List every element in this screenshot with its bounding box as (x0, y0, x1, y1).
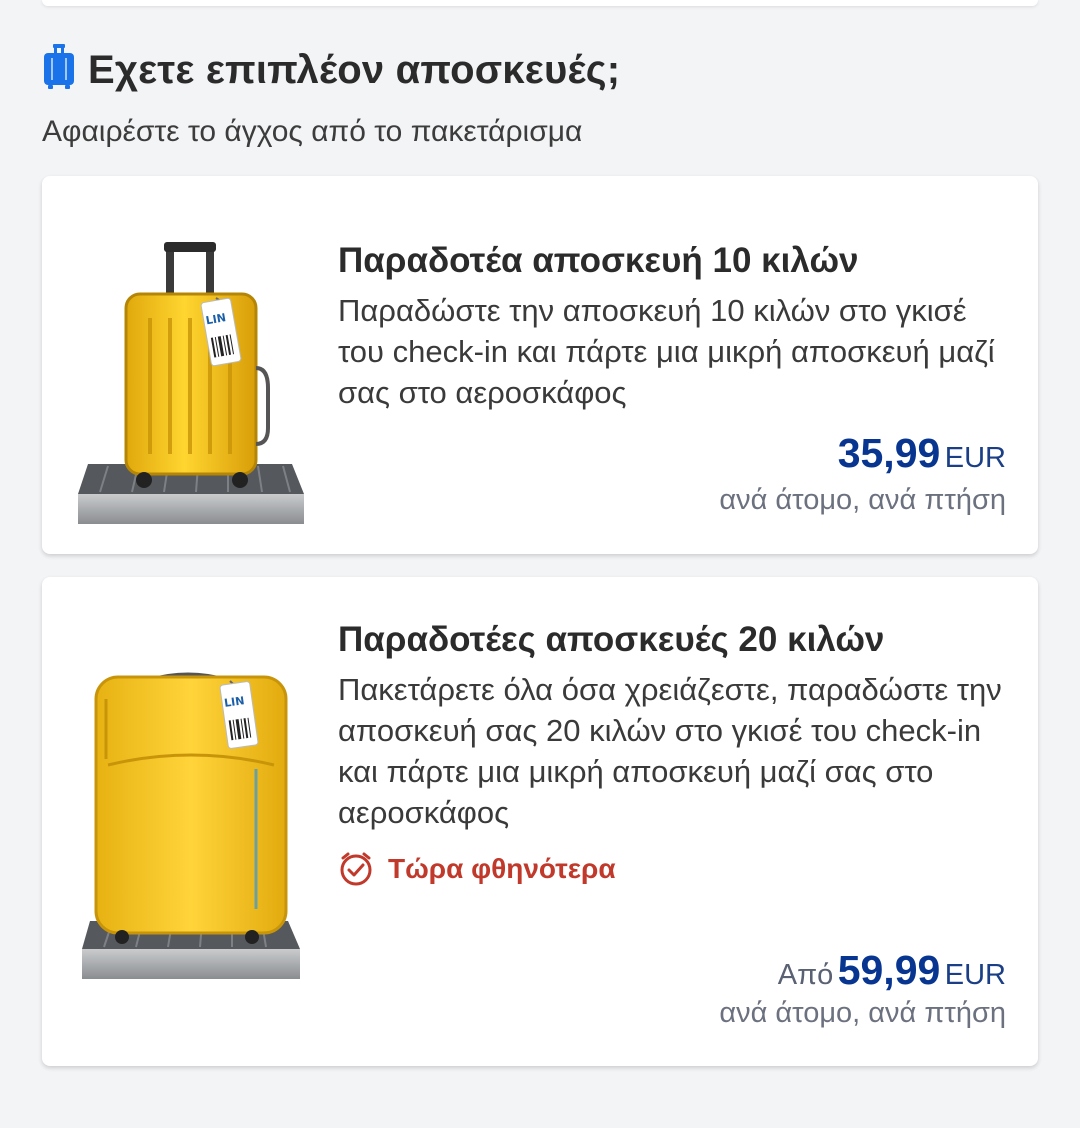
offer-description: Παραδώστε την αποσκευή 10 κιλών στο γκισ… (338, 293, 995, 410)
offer-price: Από 59,99 EUR (778, 947, 1006, 994)
promo-label: Τώρα φθηνότερα (388, 853, 616, 884)
section-subtitle: Αφαιρέστε το άγχος από το πακετάρισμα (42, 115, 583, 148)
offer-card-20kg[interactable]: LIN Παραδοτέες αποσκευές 20 κιλών Πακετά… (42, 577, 1038, 1066)
price-amount: 35,99 (837, 430, 941, 476)
offer-card-10kg[interactable]: LIN Παραδοτέα αποσκευή 10 κιλών Παραδώστ… (42, 176, 1038, 554)
price-currency: EUR (944, 442, 1006, 474)
previous-card-edge (42, 0, 1038, 6)
clock-icon (340, 852, 372, 886)
yellow-hard-suitcase-image: LIN (78, 242, 304, 524)
price-note: ανά άτομο, ανά πτήση (719, 484, 1006, 516)
offer-text-10kg: Παραδοτέα αποσκευή 10 κιλών Παραδώστε τη… (338, 236, 1006, 413)
price-prefix: Από (777, 959, 834, 991)
offer-title: Παραδοτέες αποσκευές 20 κιλών (338, 620, 885, 659)
promo-badge: Τώρα φθηνότερα (338, 851, 1006, 887)
offer-text-20kg: Παραδοτέες αποσκευές 20 κιλών Πακετάρετε… (338, 615, 1006, 887)
offer-price: 35,99 EUR (838, 430, 1006, 477)
extra-bags-section-header: Εχετε επιπλέον αποσκευές; Αφαιρέστε το ά… (42, 42, 1038, 162)
offer-description: Πακετάρετε όλα όσα χρειάζεστε, παραδώστε… (338, 672, 1002, 830)
price-note: ανά άτομο, ανά πτήση (719, 997, 1006, 1029)
yellow-soft-suitcase-image: LIN (82, 672, 300, 979)
section-title: Εχετε επιπλέον αποσκευές; (88, 48, 621, 92)
price-amount: 59,99 (837, 947, 941, 993)
offer-title: Παραδοτέα αποσκευή 10 κιλών (338, 241, 859, 280)
luggage-icon (44, 44, 74, 89)
price-currency: EUR (944, 959, 1006, 991)
